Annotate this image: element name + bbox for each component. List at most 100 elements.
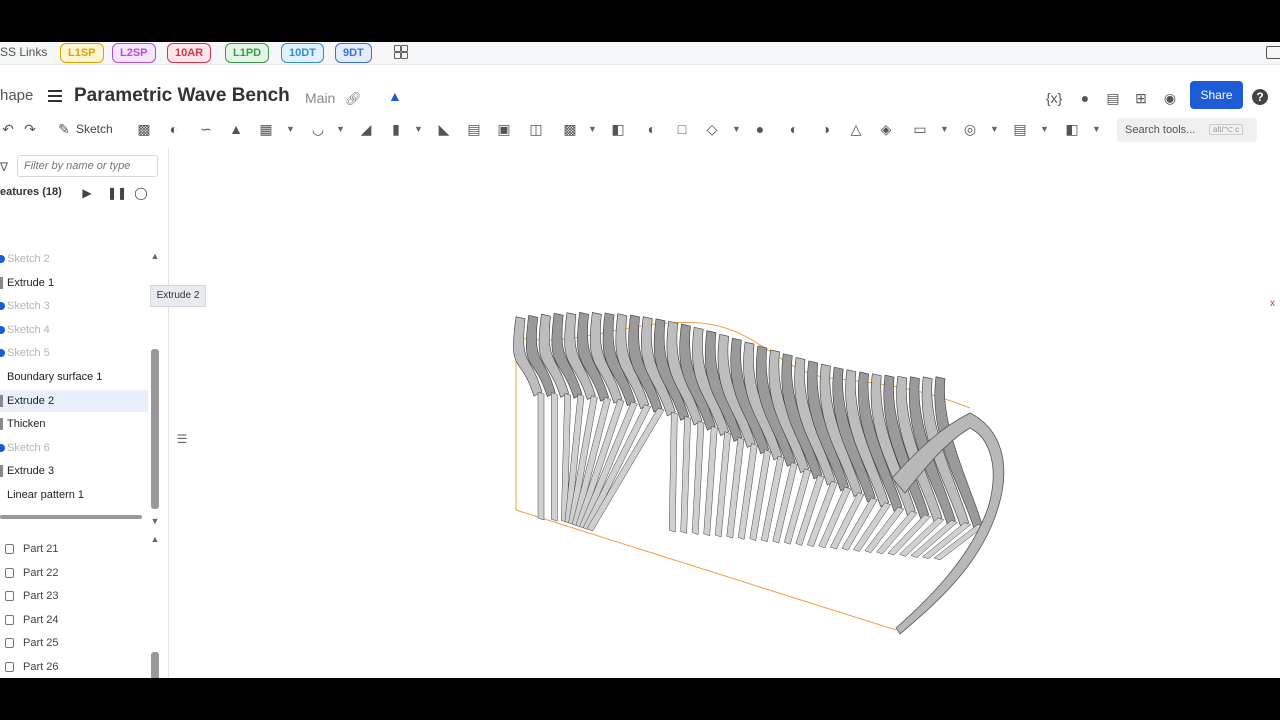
bookmark-pill[interactable]: L1SP: [60, 43, 104, 63]
variables-icon[interactable]: {x}: [1046, 91, 1062, 105]
rib-icon[interactable]: ▤: [466, 121, 482, 137]
plane-icon[interactable]: ▭: [912, 121, 928, 137]
link-icon[interactable]: 🔗︎: [345, 91, 362, 107]
notifications-icon[interactable]: ●: [1077, 91, 1093, 105]
wave-bench-model[interactable]: [500, 278, 1020, 638]
sweep-icon[interactable]: ∽: [198, 121, 214, 137]
feature-filter-input[interactable]: [17, 155, 158, 177]
document-icon[interactable]: ▤: [1105, 91, 1121, 105]
learning-center-icon[interactable]: ▲: [388, 88, 402, 104]
part-item[interactable]: Part 25: [0, 632, 140, 654]
loft-icon[interactable]: ▲: [228, 121, 244, 137]
feature-item[interactable]: Sketch 4: [0, 319, 148, 341]
part-item[interactable]: Part 23: [0, 585, 140, 607]
chevron-down-icon[interactable]: ▼: [336, 121, 345, 137]
boolean-icon[interactable]: ◐: [644, 121, 660, 137]
part-item[interactable]: Part 21: [0, 538, 140, 560]
hole-icon[interactable]: ▣: [496, 121, 512, 137]
part-label: Part 23: [23, 590, 59, 603]
revolve-icon[interactable]: ◐: [166, 121, 182, 137]
boundary-icon[interactable]: ◈: [878, 121, 894, 137]
rollback-icon[interactable]: ▶: [80, 186, 94, 200]
bookmark-pill[interactable]: L1PD: [225, 43, 270, 63]
share-button[interactable]: Share: [1190, 81, 1243, 109]
chevron-down-icon[interactable]: ▼: [732, 121, 741, 137]
transform-icon[interactable]: ◇: [704, 121, 720, 137]
chamfer-icon[interactable]: ◢: [358, 121, 374, 137]
part-item[interactable]: Part 24: [0, 609, 140, 631]
bench-leg: [691, 420, 705, 535]
draft-icon[interactable]: ◣: [436, 121, 452, 137]
scrollbar-thumb[interactable]: [151, 652, 159, 678]
filter-icon[interactable]: ∇: [0, 160, 8, 174]
pencil-icon[interactable]: ✎: [56, 121, 72, 137]
bookmark-pill[interactable]: 9DT: [335, 43, 372, 63]
feature-item[interactable]: Thicken: [0, 413, 148, 435]
bench-leg: [537, 391, 545, 521]
bookmark-pill[interactable]: 10DT: [281, 43, 324, 63]
apps-icon[interactable]: ⊞: [1133, 91, 1149, 105]
menu-icon[interactable]: [48, 90, 62, 102]
part-item[interactable]: Part 22: [0, 562, 140, 584]
extrude-icon[interactable]: ▩: [136, 121, 152, 137]
measure-icon[interactable]: ▤: [1012, 121, 1028, 137]
folder-icon[interactable]: [1266, 46, 1280, 59]
bench-leg: [551, 392, 558, 522]
scroll-up-icon[interactable]: ▲: [150, 251, 160, 261]
feature-item[interactable]: Extrude 1: [0, 272, 148, 294]
shell-icon[interactable]: ▮: [388, 121, 404, 137]
feature-item[interactable]: Sketch 2: [0, 248, 148, 270]
feature-item[interactable]: Extrude 3: [0, 460, 148, 482]
onshape-logo[interactable]: hape: [0, 87, 33, 104]
chevron-down-icon[interactable]: ▼: [588, 121, 597, 137]
scrollbar-thumb[interactable]: [151, 349, 159, 509]
feature-item[interactable]: Sketch 3: [0, 295, 148, 317]
features-header[interactable]: eatures (18): [0, 186, 62, 198]
offset-surface-icon[interactable]: ◑: [818, 121, 834, 137]
surface-icon[interactable]: ◐: [786, 121, 802, 137]
undo-icon[interactable]: ↶: [0, 121, 16, 137]
delete-part-icon[interactable]: ●: [752, 121, 768, 137]
help-icon[interactable]: ?: [1252, 89, 1268, 105]
sheet-metal-icon[interactable]: ◧: [1064, 121, 1080, 137]
chevron-down-icon[interactable]: ▼: [940, 121, 949, 137]
compass-icon[interactable]: ◉: [1162, 91, 1178, 105]
panel-splitter[interactable]: [0, 515, 142, 519]
chevron-down-icon[interactable]: ▼: [990, 121, 999, 137]
feature-item[interactable]: Sketch 6: [0, 437, 148, 459]
feature-item[interactable]: Linear pattern 1: [0, 484, 148, 506]
apps-grid-icon[interactable]: [394, 45, 408, 59]
document-title[interactable]: Parametric Wave Bench: [74, 85, 290, 107]
search-tools-input[interactable]: Search tools... alt/⌥ c: [1117, 118, 1257, 142]
feature-item[interactable]: Boundary surface 1: [0, 366, 148, 388]
chevron-down-icon[interactable]: ▼: [286, 121, 295, 137]
timer-icon[interactable]: ◯: [134, 186, 148, 200]
fill-icon[interactable]: △: [848, 121, 864, 137]
parts-list-scrollbar[interactable]: ▲ ▼: [150, 534, 160, 678]
pause-icon[interactable]: ❚❚: [107, 186, 127, 200]
feature-item[interactable]: Sketch 5: [0, 342, 148, 364]
chevron-down-icon[interactable]: ▼: [1040, 121, 1049, 137]
pattern-icon[interactable]: ▩: [562, 121, 578, 137]
bookmark-links-label[interactable]: SS Links: [0, 45, 47, 59]
mirror-icon[interactable]: ◧: [610, 121, 626, 137]
thicken-icon[interactable]: ▦: [258, 121, 274, 137]
scroll-up-icon[interactable]: ▲: [150, 534, 160, 544]
sketch-button[interactable]: Sketch: [76, 122, 113, 136]
chevron-down-icon[interactable]: ▼: [1092, 121, 1101, 137]
branch-label[interactable]: Main: [305, 90, 335, 106]
fillet-icon[interactable]: ◡: [310, 121, 326, 137]
part-icon: [5, 614, 14, 625]
part-label: Part 26: [23, 661, 59, 673]
redo-icon[interactable]: ↷: [22, 121, 38, 137]
bookmark-pill[interactable]: L2SP: [112, 43, 156, 63]
part-item[interactable]: Part 26: [0, 656, 140, 678]
mate-connector-icon[interactable]: ◎: [962, 121, 978, 137]
cylinder-icon[interactable]: ◫: [528, 121, 544, 137]
bookmark-pill[interactable]: 10AR: [167, 43, 212, 63]
split-icon[interactable]: □: [674, 121, 690, 137]
feature-item[interactable]: Extrude 2: [0, 389, 148, 412]
scroll-down-icon[interactable]: ▼: [150, 516, 160, 526]
chevron-down-icon[interactable]: ▼: [414, 121, 423, 137]
graphics-viewport[interactable]: ◀ x: [170, 148, 1280, 678]
